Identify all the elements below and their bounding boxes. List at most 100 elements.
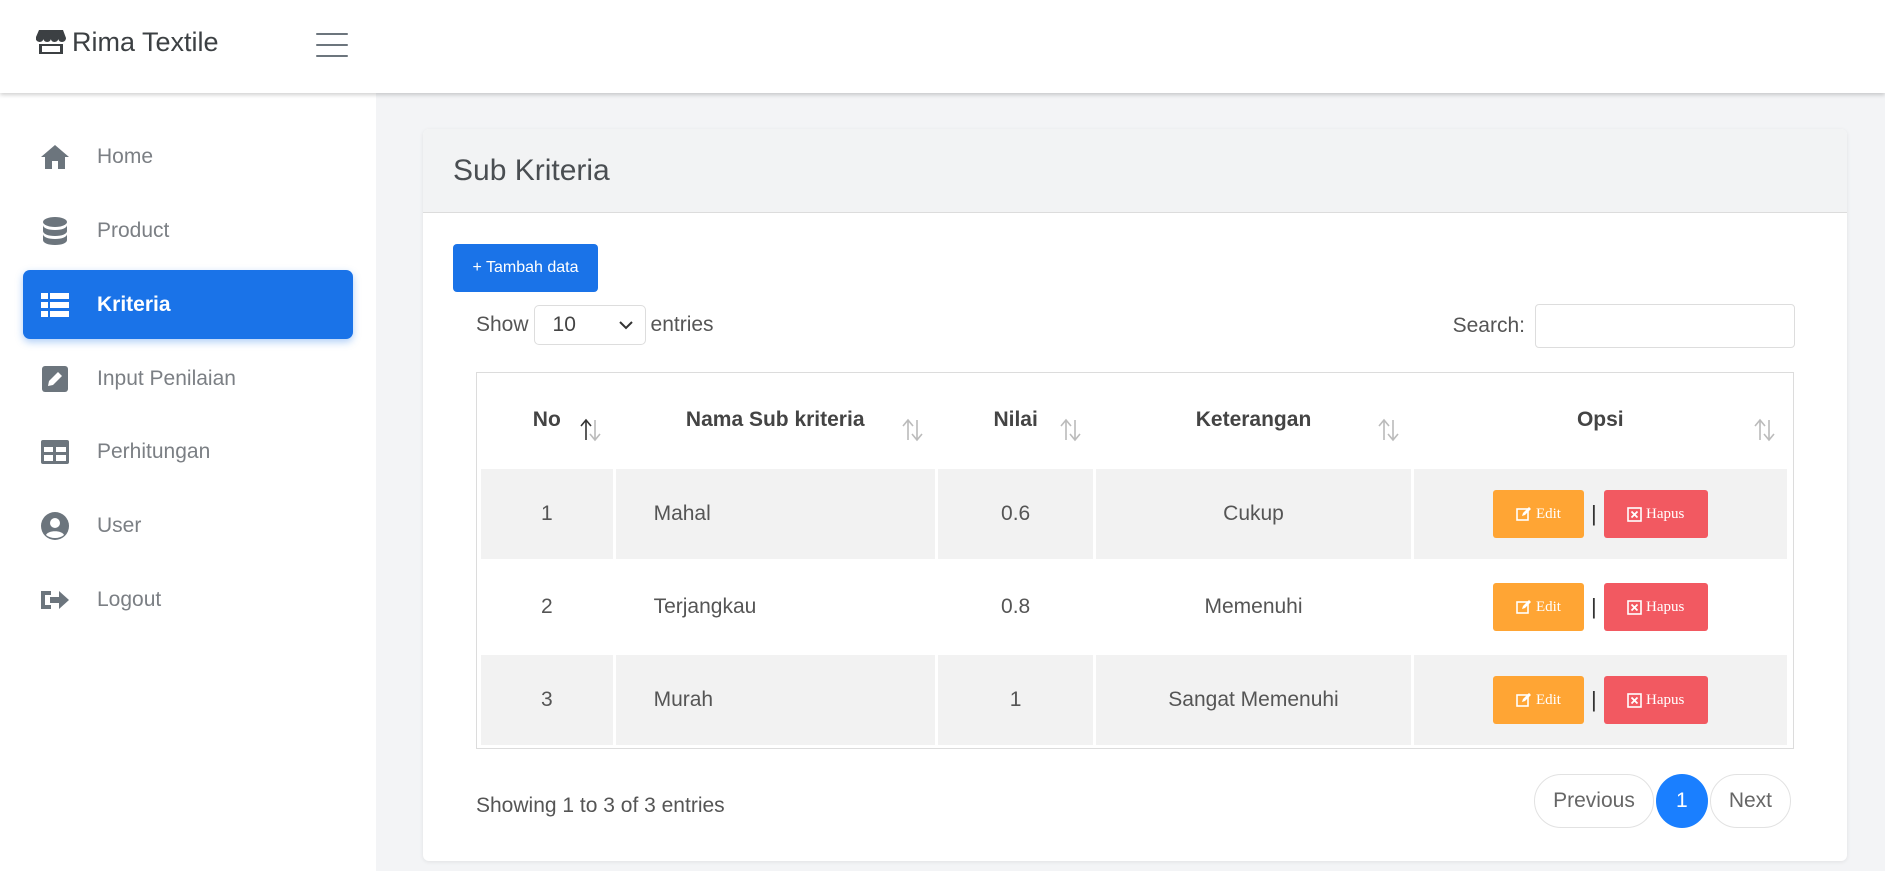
- cell-nilai: 1: [937, 655, 1094, 745]
- pagination: Previous 1 Next: [1534, 774, 1791, 828]
- database-icon: [40, 216, 70, 246]
- content-card: Sub Kriteria + Tambah data Show 10 entri…: [423, 129, 1847, 861]
- sidebar-item-perhitungan[interactable]: Perhitungan: [23, 417, 353, 486]
- edit-icon: [40, 364, 70, 394]
- logout-icon: [40, 585, 70, 615]
- cell-keterangan: Cukup: [1096, 469, 1411, 559]
- edit-button[interactable]: Edit: [1492, 583, 1584, 631]
- column-header-no[interactable]: No: [481, 374, 613, 466]
- sort-icon: [1377, 418, 1399, 442]
- page-length-select[interactable]: 10: [533, 305, 646, 345]
- separator: |: [1590, 501, 1597, 526]
- column-header-label: Nama Sub kriteria: [685, 408, 865, 431]
- sidebar-item-product[interactable]: Product: [23, 196, 353, 265]
- show-label: Show: [476, 313, 529, 336]
- entries-label: entries: [650, 313, 714, 336]
- table-info: Showing 1 to 3 of 3 entries: [476, 794, 725, 817]
- card-header: Sub Kriteria: [423, 129, 1847, 213]
- sidebar-item-label: Product: [97, 218, 170, 242]
- column-header-label: Keterangan: [1195, 408, 1312, 431]
- sidebar-item-logout[interactable]: Logout: [23, 565, 353, 634]
- edit-label: Edit: [1535, 691, 1561, 708]
- separator: |: [1590, 594, 1597, 619]
- edit-button[interactable]: Edit: [1492, 676, 1584, 724]
- cell-nilai: 0.6: [937, 469, 1094, 559]
- column-header-label: Opsi: [1576, 408, 1624, 431]
- sidebar: Home Product Kriteria Input Penilaian Pe…: [0, 93, 376, 871]
- cell-no: 1: [481, 469, 613, 559]
- edit-label: Edit: [1535, 505, 1561, 522]
- search-label: Search:: [1452, 314, 1525, 337]
- column-header-label: Nilai: [993, 408, 1038, 431]
- sort-icon: [1754, 418, 1775, 442]
- previous-page-button[interactable]: Previous: [1534, 774, 1654, 828]
- list-icon: [40, 290, 70, 320]
- cell-keterangan: Sangat Memenuhi: [1096, 655, 1411, 745]
- sidebar-item-label: Logout: [97, 587, 162, 611]
- column-header-opsi[interactable]: Opsi: [1413, 374, 1787, 466]
- edit-button[interactable]: Edit: [1492, 490, 1584, 538]
- column-header-label: No: [532, 408, 561, 431]
- sidebar-item-label: Input Penilaian: [97, 366, 236, 390]
- cell-opsi: Edit | Hapus: [1413, 562, 1787, 652]
- sort-icon: [902, 418, 923, 442]
- cell-nama: Mahal: [615, 469, 935, 559]
- sidebar-item-input-penilaian[interactable]: Input Penilaian: [23, 344, 353, 413]
- brand[interactable]: Rima Textile: [36, 26, 219, 58]
- edit-icon: [1516, 507, 1531, 521]
- cell-nama: Terjangkau: [615, 562, 935, 652]
- page-length-control: Show 10 entries: [476, 305, 714, 345]
- close-square-icon: [1627, 692, 1642, 708]
- sidebar-item-label: Perhitungan: [97, 439, 211, 463]
- sidebar-item-label: Kriteria: [97, 292, 171, 316]
- sub-kriteria-table: No Nama Sub kriteria Nilai Keterangan Op…: [478, 371, 1790, 748]
- table-row: 2 Terjangkau 0.8 Memenuhi Edit | Hapus: [481, 562, 1787, 652]
- edit-icon: [1516, 693, 1531, 707]
- close-square-icon: [1627, 599, 1642, 615]
- column-header-nama[interactable]: Nama Sub kriteria: [615, 374, 935, 466]
- data-table-wrapper: No Nama Sub kriteria Nilai Keterangan Op…: [476, 372, 1794, 749]
- close-square-icon: [1627, 506, 1642, 522]
- column-header-nilai[interactable]: Nilai: [937, 374, 1094, 466]
- brand-name: Rima Textile: [72, 26, 219, 57]
- sidebar-item-label: User: [97, 513, 142, 537]
- cell-no: 3: [481, 655, 613, 745]
- next-page-button[interactable]: Next: [1709, 774, 1791, 828]
- delete-label: Hapus: [1645, 505, 1685, 522]
- edit-icon: [1516, 600, 1531, 614]
- store-icon: [36, 30, 66, 54]
- sidebar-item-user[interactable]: User: [23, 491, 353, 560]
- search-input[interactable]: [1535, 304, 1795, 348]
- column-header-keterangan[interactable]: Keterangan: [1096, 374, 1411, 466]
- delete-label: Hapus: [1645, 691, 1685, 708]
- table-header-row: No Nama Sub kriteria Nilai Keterangan Op…: [481, 374, 1787, 466]
- cell-nilai: 0.8: [937, 562, 1094, 652]
- cell-nama: Murah: [615, 655, 935, 745]
- page-button-current[interactable]: 1: [1655, 774, 1708, 828]
- menu-toggle-icon[interactable]: [316, 33, 348, 57]
- sort-icon: [1060, 418, 1082, 442]
- table-icon: [40, 437, 70, 467]
- search-control: Search:: [1453, 304, 1795, 348]
- sidebar-item-label: Home: [97, 144, 154, 168]
- top-navbar: Rima Textile: [0, 0, 1885, 93]
- sort-asc-icon: [579, 418, 601, 442]
- sidebar-item-kriteria[interactable]: Kriteria: [23, 270, 353, 339]
- delete-button[interactable]: Hapus: [1603, 490, 1708, 538]
- edit-label: Edit: [1535, 598, 1561, 615]
- table-row: 3 Murah 1 Sangat Memenuhi Edit | Hapus: [481, 655, 1787, 745]
- delete-button[interactable]: Hapus: [1603, 676, 1708, 724]
- delete-label: Hapus: [1645, 598, 1685, 615]
- separator: |: [1590, 687, 1597, 712]
- chevron-down-icon: [618, 320, 633, 329]
- table-row: 1 Mahal 0.6 Cukup Edit | Hapus: [481, 469, 1787, 559]
- delete-button[interactable]: Hapus: [1603, 583, 1708, 631]
- page-title: Sub Kriteria: [453, 153, 610, 187]
- cell-opsi: Edit | Hapus: [1413, 655, 1787, 745]
- sidebar-item-home[interactable]: Home: [23, 122, 353, 191]
- page-length-value: 10: [552, 313, 576, 336]
- cell-keterangan: Memenuhi: [1096, 562, 1411, 652]
- cell-no: 2: [481, 562, 613, 652]
- add-data-button[interactable]: + Tambah data: [453, 244, 598, 292]
- user-circle-icon: [40, 511, 70, 541]
